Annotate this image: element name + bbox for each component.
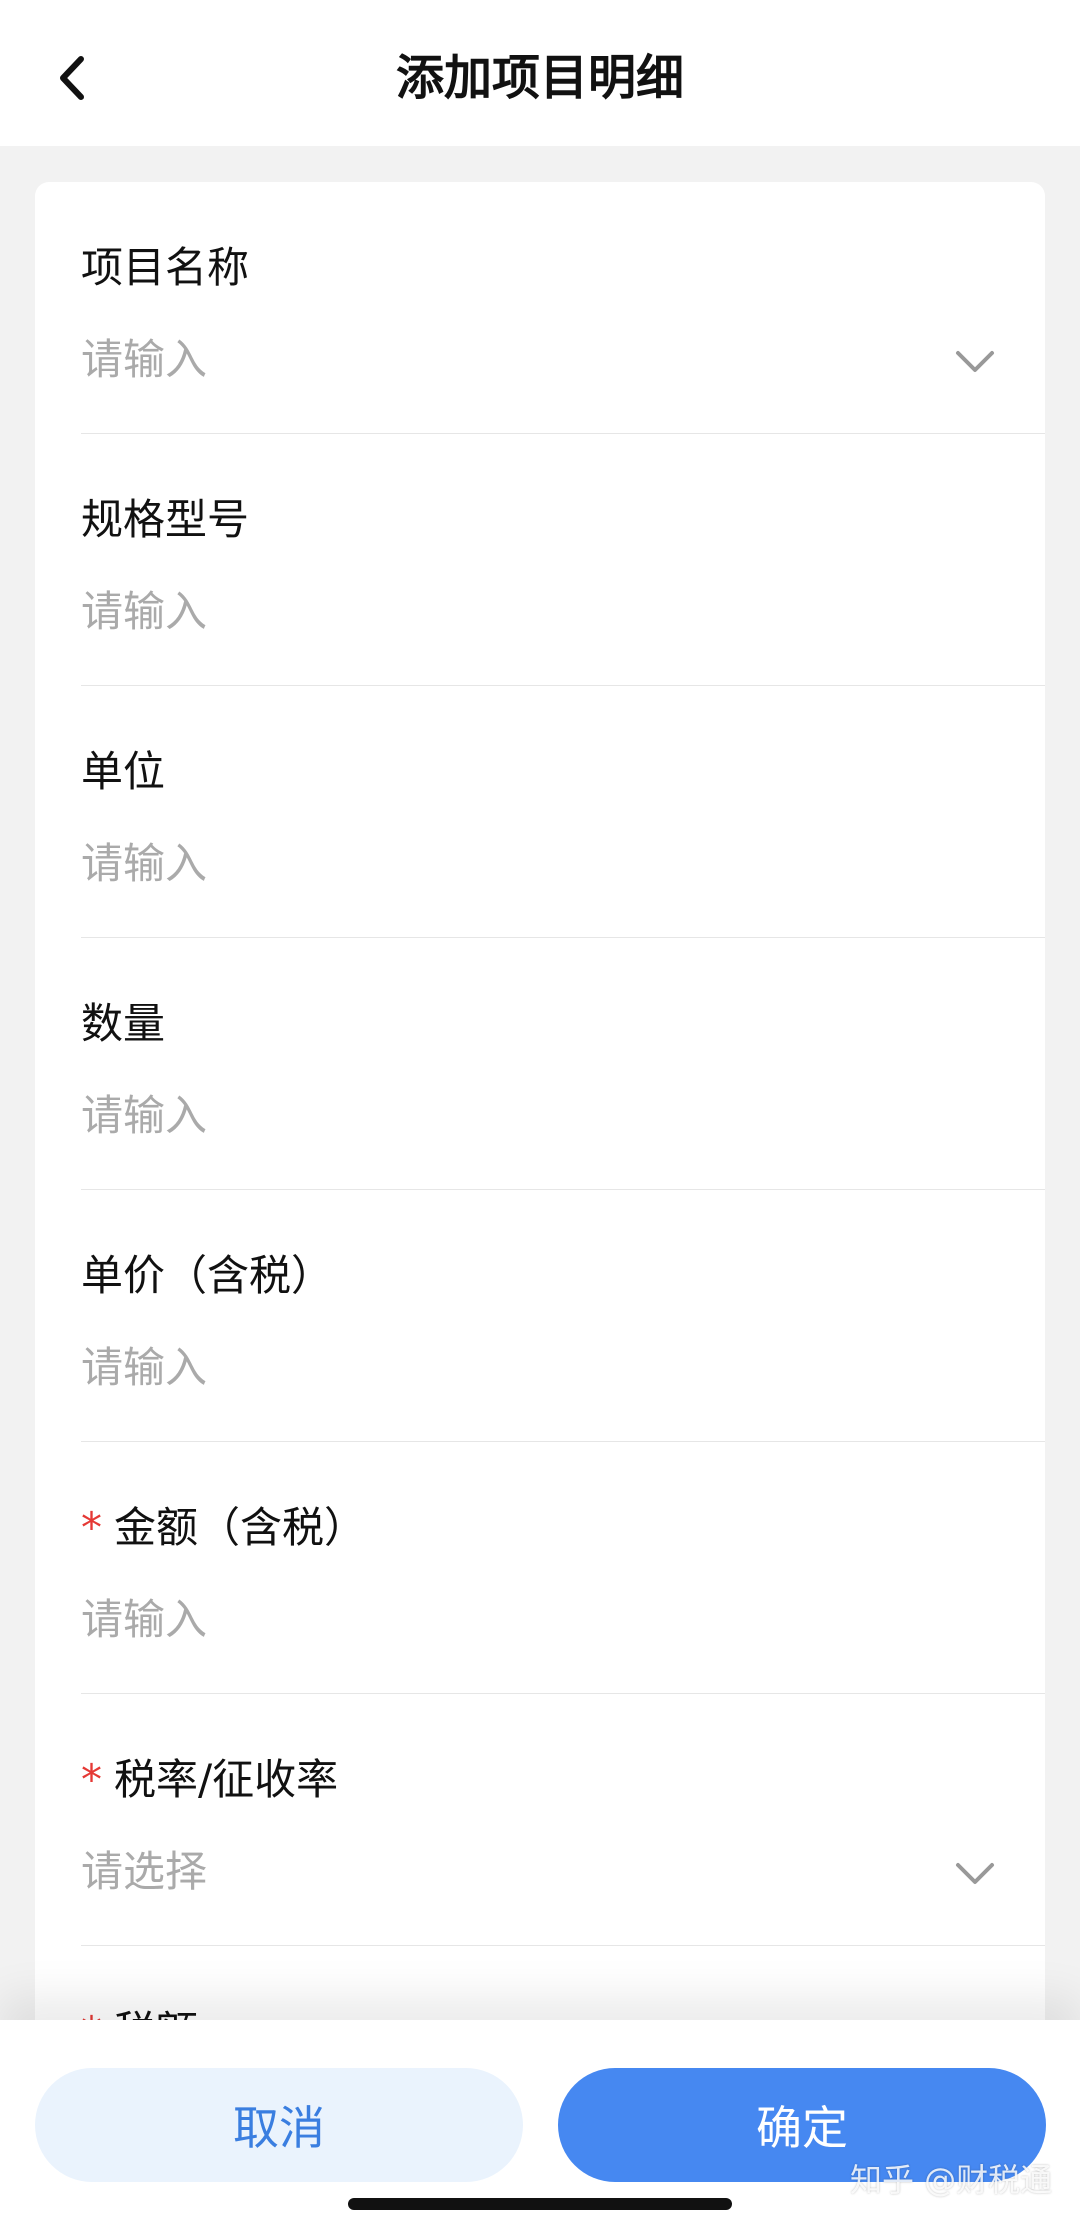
field-label: 规格型号 [81,495,250,544]
field-label: * 税率/征收率 [81,1755,339,1804]
field-label: 数量 [81,999,166,1048]
cancel-button[interactable]: 取消 [35,2068,523,2182]
field-label: * 金额（含税） [81,1503,367,1552]
form-card: 项目名称 请输入 规格型号 请输入 单位 请输入 数量 请输入 单价（含税） 请… [35,182,1045,2228]
field-unit[interactable]: 单位 请输入 [35,686,1045,938]
field-label: 项目名称 [81,243,250,292]
spec-model-input[interactable]: 请输入 [81,582,207,642]
field-quantity[interactable]: 数量 请输入 [35,938,1045,1190]
required-mark: * [81,1755,102,1804]
page-title: 添加项目明细 [395,50,684,106]
required-mark: * [81,1503,102,1552]
watermark: 知乎 @财税通 [850,2161,1053,2199]
home-indicator [348,2198,732,2210]
field-tax-rate[interactable]: * 税率/征收率 请选择 [35,1694,1045,1946]
chevron-down-icon[interactable] [945,332,1005,392]
unit-input[interactable]: 请输入 [81,834,207,894]
amount-input[interactable]: 请输入 [81,1590,207,1650]
field-spec-model[interactable]: 规格型号 请输入 [35,434,1045,686]
tax-rate-select[interactable]: 请选择 [81,1842,207,1902]
field-label: 单价（含税） [81,1251,334,1300]
quantity-input[interactable]: 请输入 [81,1086,207,1146]
field-item-name[interactable]: 项目名称 请输入 [35,182,1045,434]
chevron-down-icon[interactable] [945,1844,1005,1904]
field-label: 单位 [81,747,166,796]
field-amount[interactable]: * 金额（含税） 请输入 [35,1442,1045,1694]
navigation-bar: 添加项目明细 [0,0,1080,146]
item-name-input[interactable]: 请输入 [81,330,207,390]
field-unit-price[interactable]: 单价（含税） 请输入 [35,1190,1045,1442]
unit-price-input[interactable]: 请输入 [81,1338,207,1398]
